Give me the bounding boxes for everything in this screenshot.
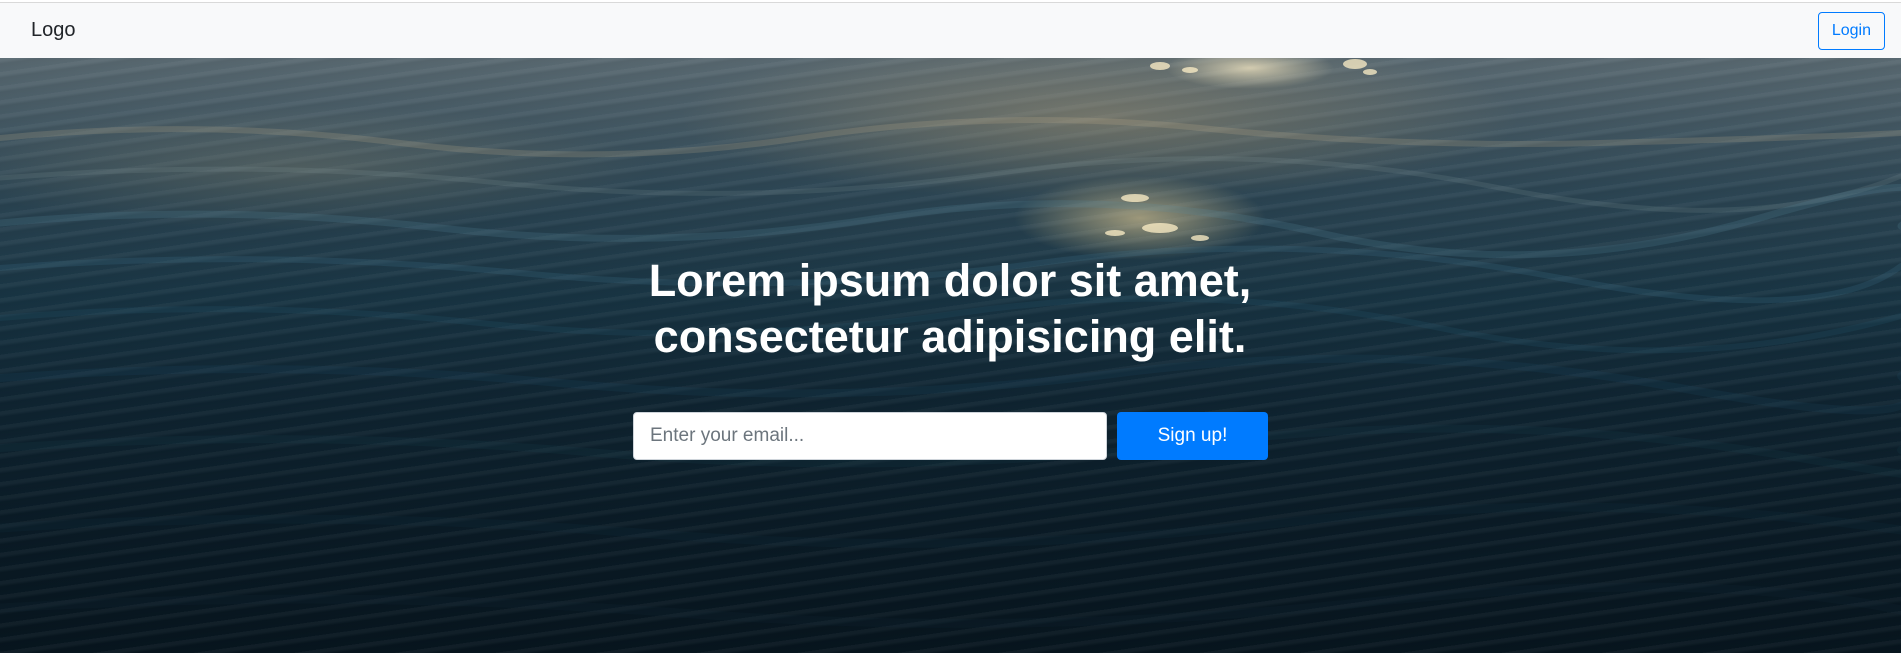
- hero-section: Lorem ipsum dolor sit amet, consectetur …: [0, 58, 1901, 653]
- logo[interactable]: Logo: [31, 19, 76, 42]
- hero-content: Lorem ipsum dolor sit amet, consectetur …: [0, 58, 1901, 653]
- signup-button[interactable]: Sign up!: [1117, 412, 1268, 460]
- hero-headline-line-2: consectetur adipisicing elit.: [653, 311, 1247, 362]
- email-input[interactable]: [633, 412, 1107, 460]
- hero-headline: Lorem ipsum dolor sit amet, consectetur …: [450, 253, 1450, 365]
- signup-form: Sign up!: [633, 412, 1268, 460]
- login-button[interactable]: Login: [1817, 11, 1885, 50]
- hero-headline-line-1: Lorem ipsum dolor sit amet,: [648, 255, 1252, 306]
- landing-page: Logo Login Lorem ipsum dolor sit amet, c…: [0, 0, 1901, 657]
- top-navbar: Logo Login: [0, 2, 1901, 58]
